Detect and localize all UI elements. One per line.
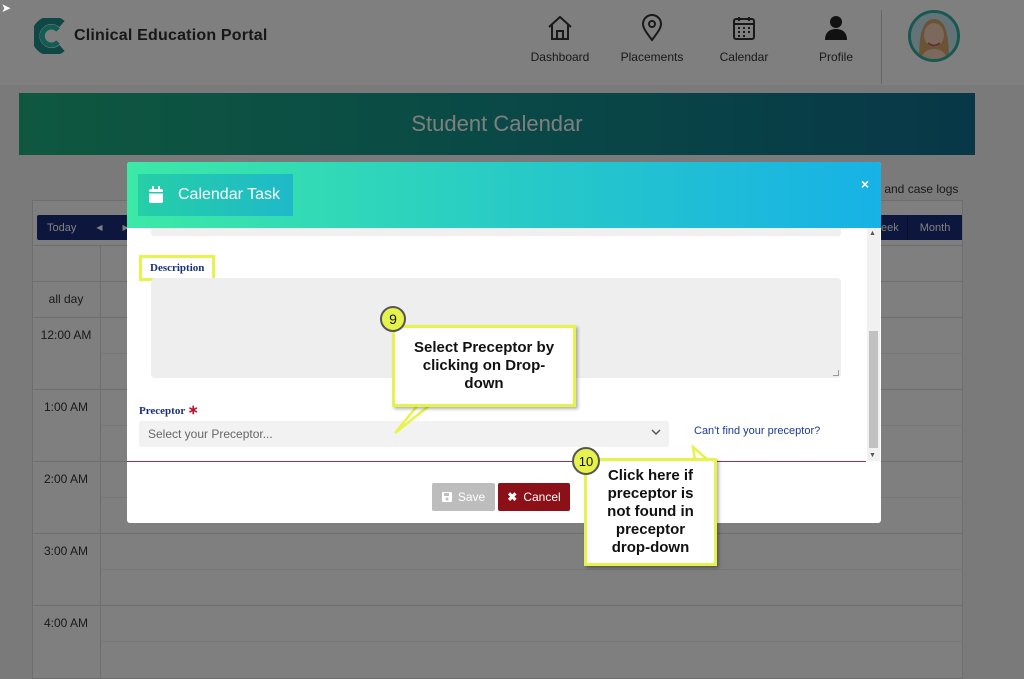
callout-step-9-text: Select Preceptor by clicking on Drop-dow…: [413, 339, 555, 392]
step-9-badge: 9: [380, 306, 406, 332]
callout-step-9: Select Preceptor by clicking on Drop-dow…: [392, 325, 576, 407]
callout-step-10-text: Click here if preceptor is not found in …: [607, 467, 694, 556]
step-10-badge: 10: [572, 447, 600, 475]
callout-step-10: Click here if preceptor is not found in …: [584, 458, 717, 566]
